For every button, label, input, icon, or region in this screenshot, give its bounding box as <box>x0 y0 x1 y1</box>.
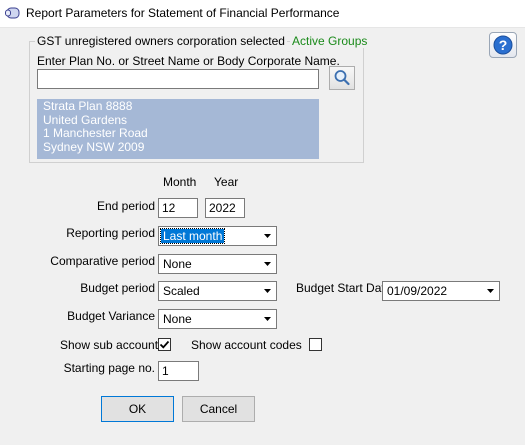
comparative-period-select[interactable]: None <box>158 254 277 274</box>
plan-search-input[interactable] <box>37 69 319 89</box>
comparative-period-label: Comparative period <box>50 254 155 268</box>
chevron-down-icon[interactable] <box>260 283 275 299</box>
help-icon: ? <box>493 35 513 55</box>
end-period-label: End period <box>96 199 155 213</box>
budget-variance-select[interactable]: None <box>158 309 277 329</box>
end-period-year-input[interactable] <box>205 198 245 218</box>
address-line: Sydney NSW 2009 <box>43 139 145 154</box>
reporting-period-value: Last month <box>159 228 226 244</box>
active-groups-link[interactable]: Active Groups <box>290 34 370 48</box>
month-column-header: Month <box>163 175 197 189</box>
budget-variance-value: None <box>163 312 192 326</box>
budget-start-date-select[interactable]: 01/09/2022 <box>382 281 500 301</box>
budget-variance-label: Budget Variance <box>67 309 155 323</box>
chevron-down-icon[interactable] <box>483 283 498 299</box>
groupbox-legend: GST unregistered owners corporation sele… <box>35 34 287 48</box>
budget-period-label: Budget period <box>80 281 155 295</box>
cancel-button[interactable]: Cancel <box>182 396 255 422</box>
starting-page-label: Starting page no. <box>63 361 155 375</box>
reporting-period-select[interactable]: Last month <box>158 226 277 246</box>
reporting-period-label: Reporting period <box>66 226 155 240</box>
window-title: Report Parameters for Statement of Finan… <box>26 6 340 20</box>
address-line: United Gardens <box>43 112 128 127</box>
show-account-codes-checkbox[interactable] <box>309 338 322 351</box>
end-period-month-input[interactable] <box>158 198 198 218</box>
show-sub-accounts-label: Show sub accounts <box>60 338 165 352</box>
svg-text:?: ? <box>499 37 508 53</box>
show-sub-accounts-checkbox[interactable] <box>158 338 171 351</box>
show-account-codes-label: Show account codes <box>191 338 302 352</box>
budget-start-date-value: 01/09/2022 <box>387 284 448 298</box>
starting-page-input[interactable] <box>158 361 199 381</box>
budget-start-date-label: Budget Start Date <box>296 281 392 295</box>
budget-period-select[interactable]: Scaled <box>158 281 277 301</box>
checkmark-icon <box>159 340 170 349</box>
ok-button[interactable]: OK <box>101 396 174 422</box>
chevron-down-icon[interactable] <box>260 228 275 244</box>
chevron-down-icon[interactable] <box>260 311 275 327</box>
help-button[interactable]: ? <box>489 32 517 58</box>
year-column-header: Year <box>214 175 239 189</box>
address-line: Strata Plan 8888 <box>43 99 133 113</box>
address-line: 1 Manchester Road <box>43 126 148 140</box>
search-button[interactable] <box>329 66 355 90</box>
comparative-period-value: None <box>163 257 192 271</box>
report-app-icon <box>5 6 21 20</box>
magnifier-icon <box>334 70 350 86</box>
budget-period-value: Scaled <box>163 284 200 298</box>
search-label: Enter Plan No. or Street Name or Body Co… <box>37 54 340 68</box>
selected-plan-address[interactable]: Strata Plan 8888 United Gardens 1 Manche… <box>37 99 319 159</box>
chevron-down-icon[interactable] <box>260 256 275 272</box>
